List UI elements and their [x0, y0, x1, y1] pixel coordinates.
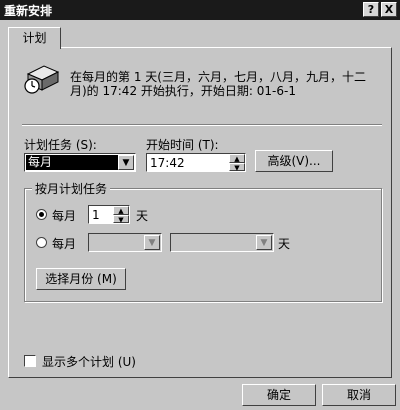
- dropdown-arrow-icon[interactable]: ▼: [118, 155, 134, 170]
- show-multiple-label: 显示多个计划 (U): [42, 355, 136, 369]
- day-of-month-input[interactable]: 1 ▲ ▼: [88, 205, 130, 224]
- start-time-value: 17:42: [150, 156, 185, 170]
- start-time-label: 开始时间 (T):: [146, 138, 219, 152]
- separator: [22, 124, 382, 126]
- schedule-task-dropdown[interactable]: 每月 ▼: [24, 153, 136, 172]
- dropdown-arrow-icon[interactable]: ▼: [256, 235, 272, 250]
- select-months-button[interactable]: 选择月份 (M): [36, 268, 126, 290]
- tab-schedule-label: 计划: [22, 31, 47, 45]
- start-time-spinner[interactable]: ▲ ▼: [229, 154, 245, 171]
- radio-every-month-day[interactable]: [36, 209, 47, 220]
- ok-button-label: 确定: [266, 388, 291, 402]
- cancel-button-label: 取消: [346, 388, 371, 402]
- spin-down-icon[interactable]: ▼: [113, 214, 129, 223]
- schedule-task-value: 每月: [26, 155, 118, 170]
- select-months-button-label: 选择月份 (M): [45, 272, 117, 286]
- option1-unit: 天: [136, 209, 149, 223]
- day-of-month-value: 1: [92, 208, 100, 222]
- dropdown-arrow-icon[interactable]: ▼: [144, 235, 160, 250]
- spin-up-icon[interactable]: ▲: [113, 206, 129, 215]
- close-button[interactable]: X: [381, 2, 397, 17]
- help-button[interactable]: ?: [363, 2, 379, 17]
- window-title: 重新安排: [4, 4, 53, 18]
- cancel-button[interactable]: 取消: [322, 384, 396, 406]
- title-bar: 重新安排 ? X: [0, 0, 400, 20]
- tab-schedule[interactable]: 计划: [8, 27, 61, 49]
- radio-selected-dot: [39, 212, 44, 217]
- spin-up-icon[interactable]: ▲: [229, 154, 245, 163]
- advanced-button-label: 高级(V)...: [267, 154, 321, 168]
- option2-label: 每月: [52, 237, 77, 251]
- scheduled-task-icon: [22, 60, 62, 96]
- advanced-button[interactable]: 高级(V)...: [255, 150, 333, 172]
- start-time-input[interactable]: 17:42 ▲ ▼: [146, 153, 246, 172]
- week-ordinal-dropdown[interactable]: ▼: [88, 233, 162, 252]
- option1-label: 每月: [52, 209, 77, 223]
- spin-down-icon[interactable]: ▼: [229, 162, 245, 171]
- option2-unit: 天: [278, 237, 291, 251]
- schedule-summary-line2: 月)的 17:42 开始执行，开始日期: 01-6-1: [70, 84, 296, 98]
- ok-button[interactable]: 确定: [242, 384, 316, 406]
- day-spinner[interactable]: ▲ ▼: [113, 206, 129, 223]
- schedule-task-label: 计划任务 (S):: [24, 138, 97, 152]
- monthly-group-label: 按月计划任务: [32, 180, 111, 197]
- weekday-dropdown[interactable]: ▼: [170, 233, 274, 252]
- show-multiple-checkbox[interactable]: [24, 355, 36, 367]
- radio-every-month-weekday[interactable]: [36, 237, 47, 248]
